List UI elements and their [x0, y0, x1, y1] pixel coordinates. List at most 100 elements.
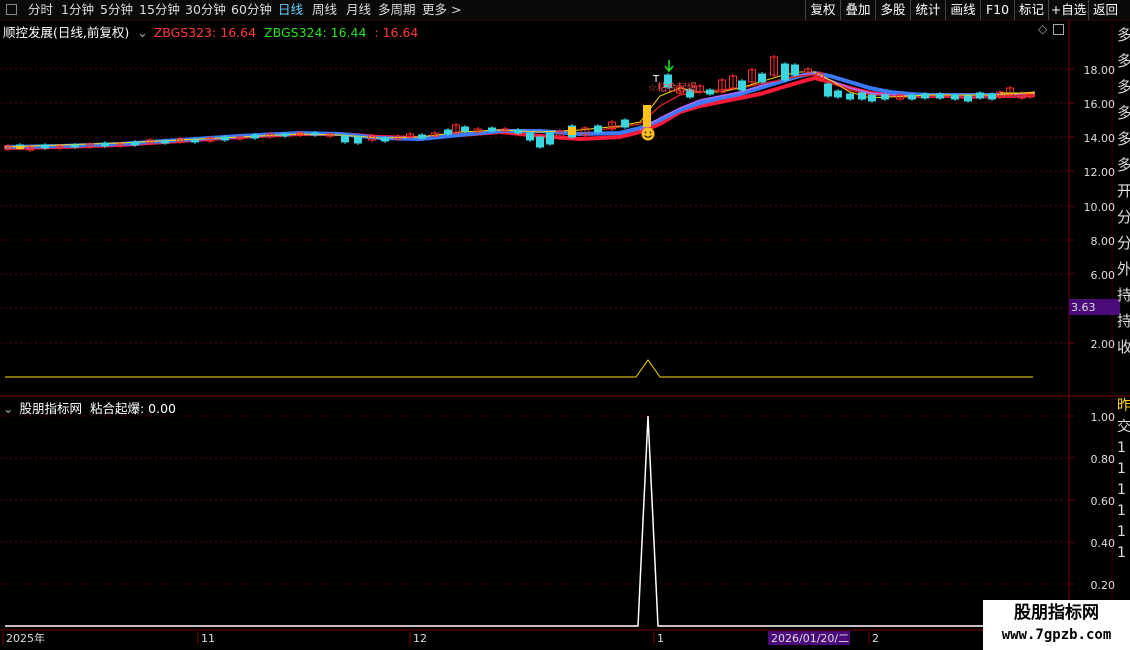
- candle-body: [488, 127, 496, 132]
- main-pane-title: 顺控发展(日线,前复权) ⌄ ZBGS323: 16.64 ZBGS324: 1…: [3, 22, 418, 41]
- candle-body: [921, 93, 929, 99]
- candle-body: [706, 89, 714, 95]
- candle-body: [341, 135, 349, 143]
- osc-tick: 0.40: [1091, 537, 1116, 550]
- candle-body: [418, 134, 426, 139]
- side-glyph: 持: [1117, 312, 1130, 330]
- candle-body: [381, 137, 389, 142]
- oscillator-pane-title: ⌄ 股朋指标网 粘合起爆: 0.00: [3, 398, 176, 417]
- pane-window-icon[interactable]: [1053, 24, 1064, 35]
- side-glyph: 收: [1117, 338, 1130, 356]
- candle-body: [526, 132, 534, 141]
- price-tick: 6.00: [1091, 269, 1116, 282]
- side-glyph: 多: [1117, 26, 1130, 44]
- candle-body: [858, 92, 866, 100]
- chevron-down-icon[interactable]: ⌄: [137, 25, 147, 40]
- smiley-icon: [641, 127, 655, 141]
- indicator-label: 粘合起爆: 0.00: [89, 401, 176, 416]
- indicator-value-1: ZBGS323: 16.64: [153, 25, 257, 40]
- side-glyph: 多: [1117, 104, 1130, 122]
- candle-body: [311, 132, 319, 136]
- date-label: 1: [657, 632, 664, 645]
- osc-tick: 0.20: [1091, 579, 1116, 592]
- candle-body: [354, 136, 362, 144]
- date-axis: 2025年 11 12 1 2 2026/01/20/二: [2, 631, 879, 645]
- side-glyph: 1: [1117, 545, 1126, 561]
- side-glyph: 多: [1117, 156, 1130, 174]
- side-glyph: 1: [1117, 440, 1126, 456]
- date-label: 11: [201, 632, 215, 645]
- side-glyph: 多: [1117, 52, 1130, 70]
- price-tick: 12.00: [1084, 166, 1116, 179]
- date-label: 2025年: [6, 631, 45, 645]
- candle-body: [461, 126, 469, 132]
- candle-body-highlight: [568, 127, 576, 135]
- kline-chart[interactable]: 18.00 16.00 14.00 12.00 10.00 8.00 6.00 …: [0, 0, 1130, 650]
- candlestick-series: [4, 55, 1034, 152]
- candle-body: [594, 125, 602, 133]
- side-info-column: 多多多多多多开分分外持持收昨交111111: [1117, 26, 1130, 561]
- diamond-icon[interactable]: ◇: [1038, 22, 1047, 36]
- price-tick: 16.00: [1084, 98, 1116, 111]
- signal-bar: [643, 105, 651, 127]
- smiley-eye: [649, 131, 652, 134]
- indicator-value-2: ZBGS324: 16.44: [264, 25, 367, 40]
- candle-body: [758, 73, 766, 83]
- side-glyph: 外: [1117, 260, 1130, 278]
- candle-body: [976, 92, 984, 99]
- candle-body: [41, 144, 49, 149]
- side-glyph: 1: [1117, 524, 1126, 540]
- candle-body: [824, 83, 832, 97]
- smiley-eye: [644, 131, 647, 134]
- stock-name: 顺控发展(日线,前复权): [3, 25, 130, 40]
- side-glyph: 持: [1117, 286, 1130, 304]
- indicator-value-3: : 16.64: [374, 25, 419, 40]
- side-glyph: 多: [1117, 130, 1130, 148]
- side-glyph: 分: [1117, 208, 1130, 226]
- candle-body: [221, 136, 229, 141]
- side-glyph: 1: [1117, 482, 1126, 498]
- candle-body: [834, 90, 842, 98]
- candle-body: [964, 95, 972, 102]
- candle-body: [908, 94, 916, 100]
- date-label: 12: [413, 632, 427, 645]
- main-grid: [0, 68, 1074, 344]
- watermark: 股朋指标网 www.7gpzb.com: [983, 600, 1130, 650]
- side-glyph: 开: [1117, 182, 1130, 200]
- candle-body: [71, 144, 79, 148]
- candle-body: [251, 134, 259, 139]
- candle-body: [951, 94, 959, 100]
- oscillator-axis: 1.00 0.80 0.60 0.40 0.20: [1091, 411, 1116, 592]
- side-glyph: 1: [1117, 461, 1126, 477]
- candle-body: [936, 93, 944, 99]
- signal-annotation: 粘合起爆: [657, 81, 697, 94]
- candle-body: [536, 136, 544, 148]
- watermark-title: 股朋指标网: [1014, 603, 1099, 623]
- candle-body: [868, 94, 876, 102]
- candle-body: [161, 140, 169, 144]
- price-tick: 10.00: [1084, 201, 1116, 214]
- candle-body: [131, 141, 139, 146]
- candle-body: [514, 129, 522, 134]
- price-tick: 14.00: [1084, 132, 1116, 145]
- osc-tick: 1.00: [1091, 411, 1116, 424]
- candle-body: [738, 80, 746, 91]
- osc-grid: [0, 415, 1074, 585]
- side-glyph: 分: [1117, 234, 1130, 252]
- side-glyph: 1: [1117, 503, 1126, 519]
- price-tick: 2.00: [1091, 338, 1116, 351]
- candle-body: [101, 142, 109, 147]
- candle-body-highlight: [16, 146, 24, 149]
- candle-body: [546, 132, 554, 145]
- candle-body: [281, 133, 289, 137]
- osc-tick: 0.80: [1091, 453, 1116, 466]
- candle-body: [791, 64, 799, 76]
- price-tick: 18.00: [1084, 64, 1116, 77]
- candle-body: [621, 119, 629, 128]
- indicator-name: 股朋指标网: [19, 401, 82, 416]
- side-glyph: 昨: [1117, 398, 1130, 414]
- signal-line-yellow: [5, 359, 1033, 378]
- price-marker: 3.63: [1071, 301, 1096, 314]
- chevron-down-icon[interactable]: ⌄: [3, 401, 13, 416]
- price-tick: 8.00: [1091, 235, 1116, 248]
